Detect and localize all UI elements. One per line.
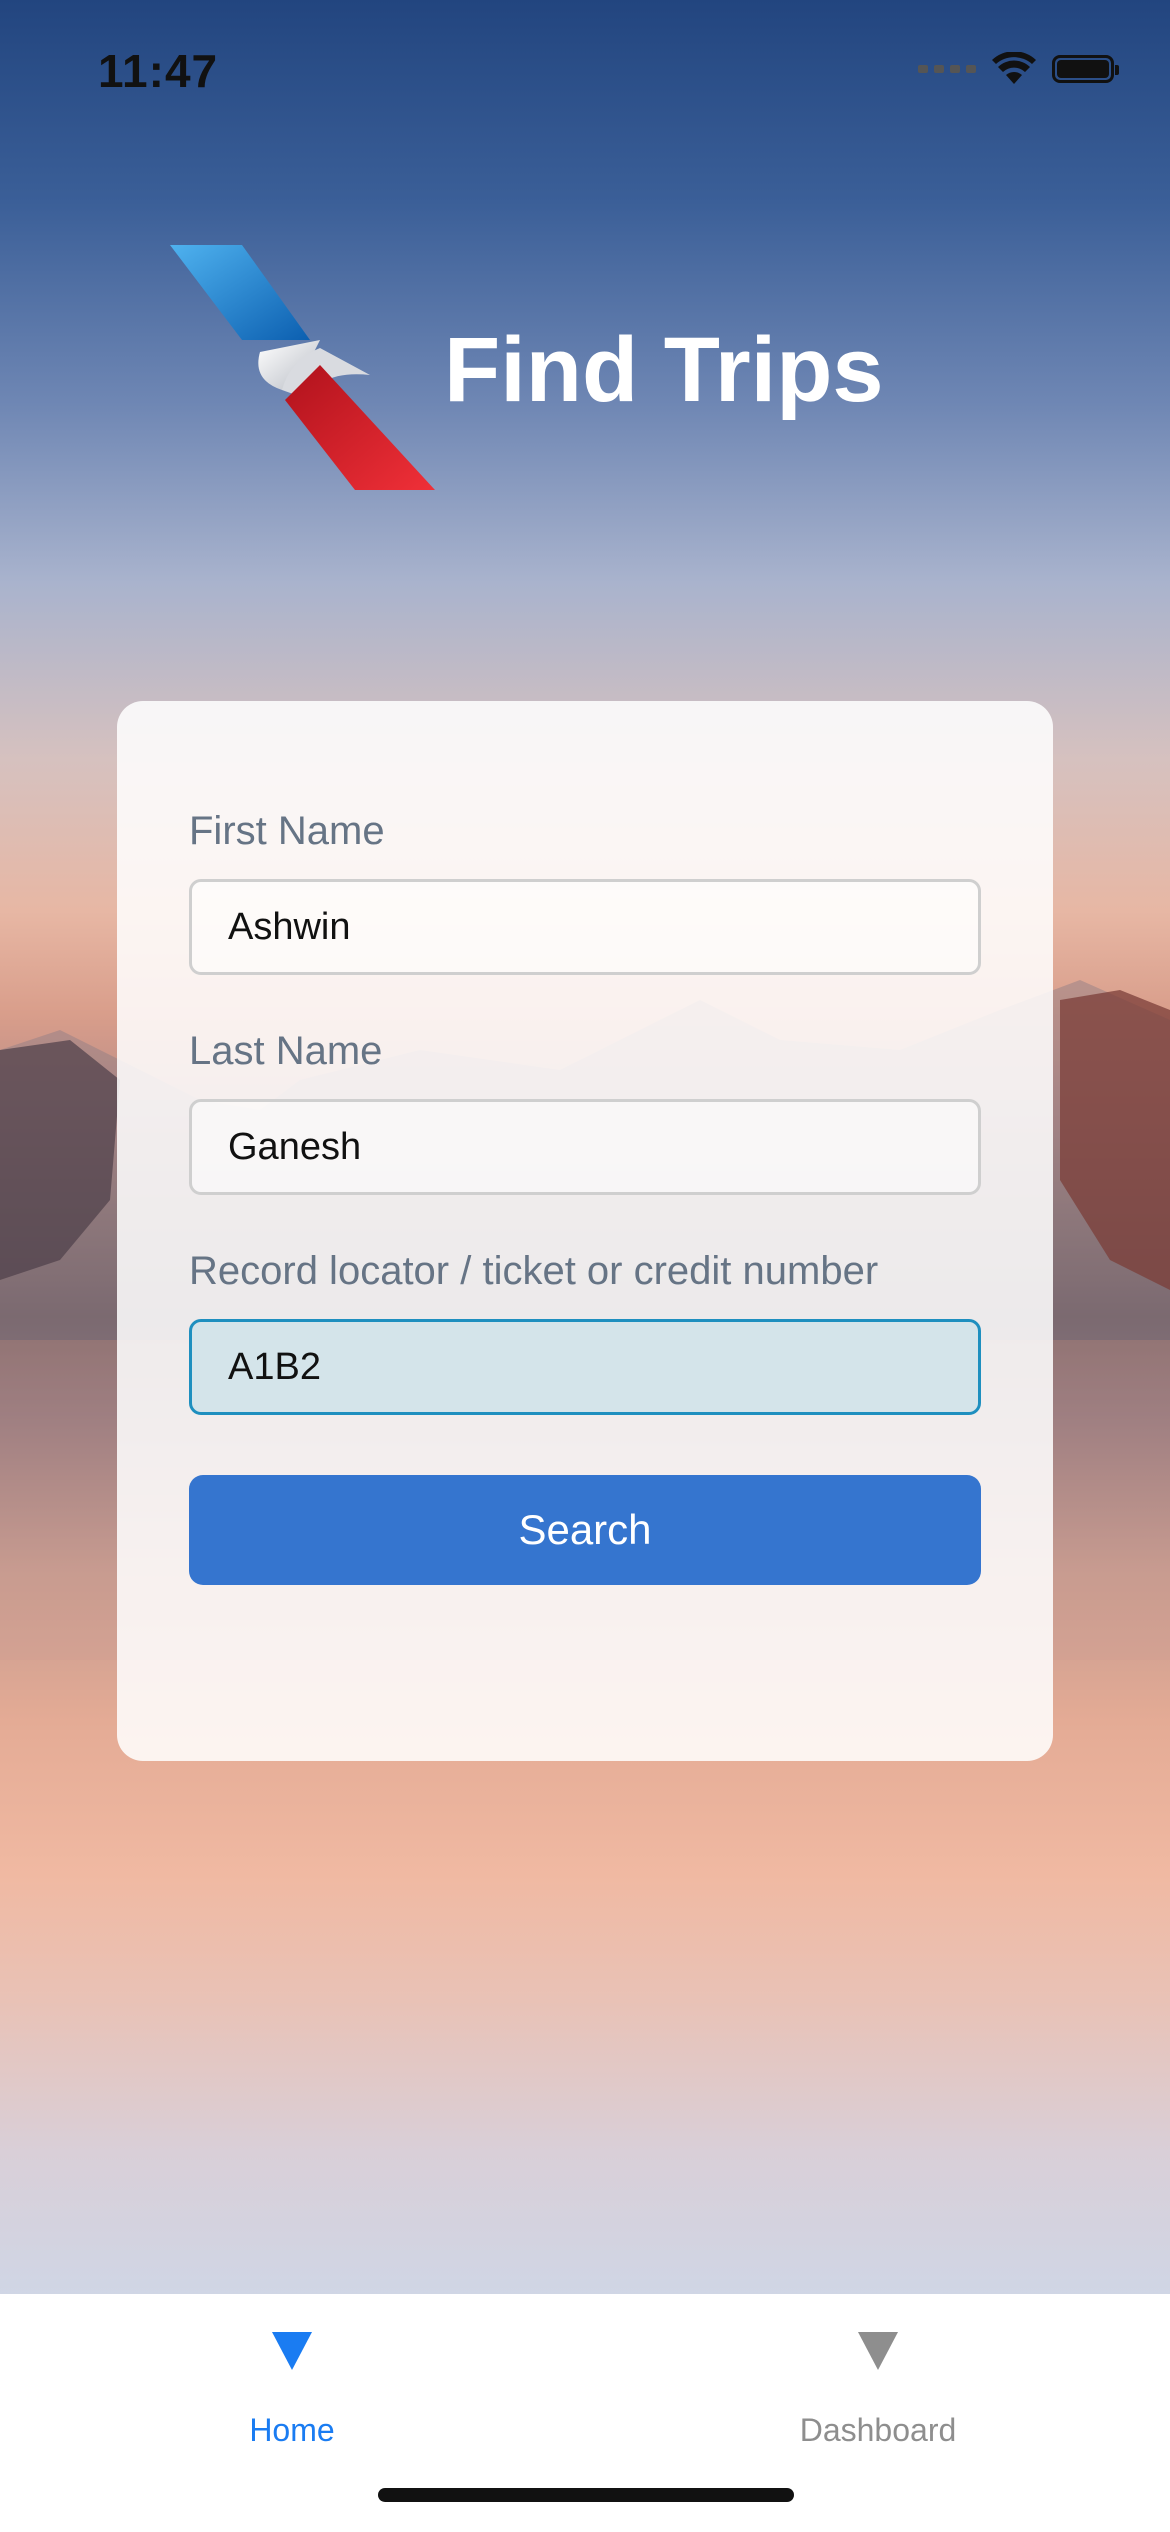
tab-dashboard[interactable]: Dashboard: [758, 2324, 998, 2464]
home-indicator: [378, 2488, 794, 2502]
airline-logo: [170, 245, 435, 490]
tab-dashboard-label: Dashboard: [799, 2412, 957, 2448]
triangle-down-icon: [272, 2332, 312, 2370]
last-name-label: Last Name: [189, 1029, 383, 1073]
find-trips-card: First Name Last Name Record locator / ti…: [117, 701, 1053, 1761]
first-name-field[interactable]: [189, 879, 981, 975]
search-button[interactable]: Search: [189, 1475, 981, 1585]
page-header: Find Trips: [170, 240, 1070, 500]
app-screen: 11:47 Find Trips First Name Ashwin Last …: [0, 0, 1170, 2532]
last-name-field[interactable]: [189, 1099, 981, 1195]
record-locator-field[interactable]: [189, 1319, 981, 1415]
page-title: Find Trips: [444, 319, 884, 421]
triangle-down-icon: [858, 2332, 898, 2370]
status-icons: [918, 52, 1119, 86]
status-time: 11:47: [98, 45, 219, 97]
wifi-icon: [992, 52, 1036, 84]
signal-icon: [918, 65, 976, 73]
first-name-label: First Name: [189, 809, 385, 853]
battery-icon: [1052, 55, 1119, 83]
tab-home[interactable]: Home: [172, 2324, 412, 2464]
tab-home-label: Home: [249, 2412, 335, 2448]
record-locator-label: Record locator / ticket or credit number: [189, 1249, 879, 1293]
status-bar: 11:47: [0, 0, 1170, 140]
